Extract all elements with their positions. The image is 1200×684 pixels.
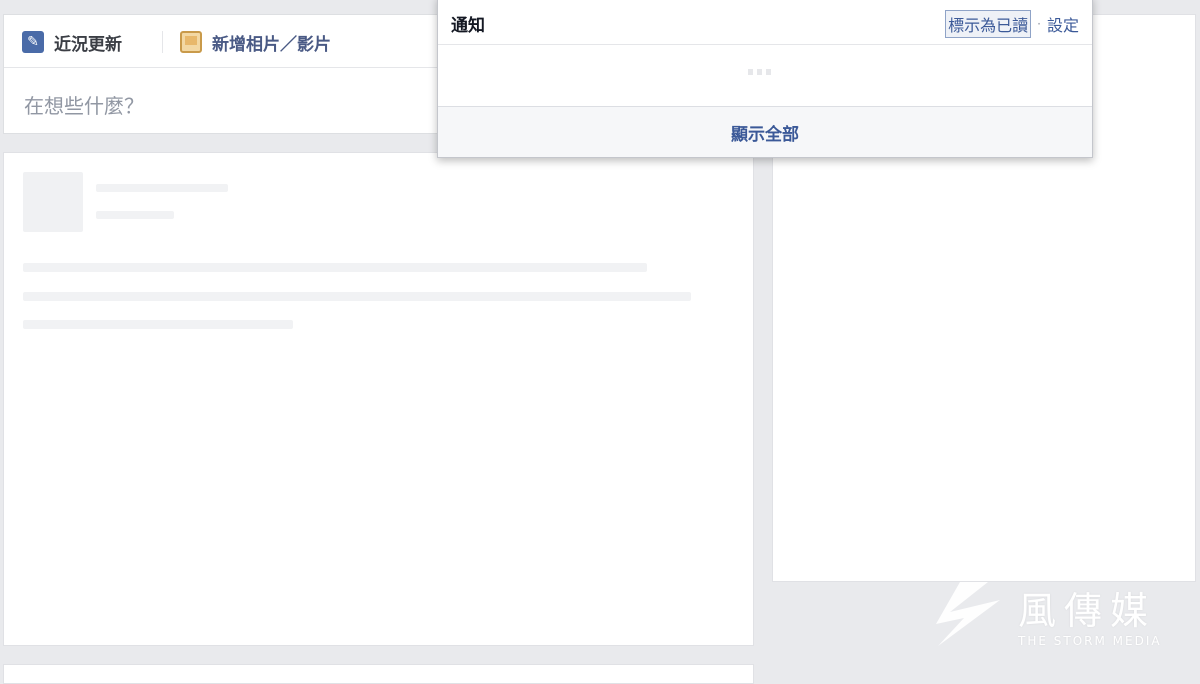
avatar-placeholder: [23, 172, 83, 232]
tab-status-update-label: 近況更新: [54, 34, 122, 55]
text-line-placeholder: [23, 263, 647, 272]
notifications-actions: 標示為已讀 · 設定: [945, 10, 1079, 38]
text-line-placeholder: [23, 320, 293, 329]
pencil-icon: ✎: [22, 31, 44, 53]
tab-add-photo-video-label: 新增相片／影片: [212, 34, 331, 55]
show-all-notifications-link[interactable]: 顯示全部: [438, 106, 1092, 157]
storm-media-watermark: 風傳媒 THE STORM MEDIA: [930, 578, 1190, 658]
storm-media-logo-icon: [936, 582, 1000, 646]
watermark-name-cn: 風傳媒: [1018, 589, 1157, 633]
loading-indicator: [748, 69, 778, 75]
feed-story-placeholder: [3, 152, 754, 646]
notifications-title: 通知: [451, 16, 485, 36]
name-placeholder: [96, 184, 228, 192]
notifications-list: [438, 45, 1092, 106]
tab-add-photo-video[interactable]: 新增相片／影片: [180, 29, 331, 55]
photo-icon: [180, 31, 202, 53]
notifications-header: 通知 標示為已讀 · 設定: [438, 0, 1092, 45]
watermark-name-en: THE STORM MEDIA: [1018, 634, 1162, 648]
timestamp-placeholder: [96, 211, 174, 219]
separator-dot: ·: [1037, 17, 1041, 31]
text-line-placeholder: [23, 292, 691, 301]
feed-story-placeholder-next: [3, 664, 754, 684]
mark-all-read-link[interactable]: 標示為已讀: [945, 10, 1032, 38]
notification-settings-link[interactable]: 設定: [1047, 12, 1079, 36]
tab-status-update[interactable]: ✎ 近況更新: [22, 29, 122, 55]
notifications-dropdown: 通知 標示為已讀 · 設定 顯示全部: [437, 0, 1093, 158]
tab-divider: [162, 31, 163, 53]
